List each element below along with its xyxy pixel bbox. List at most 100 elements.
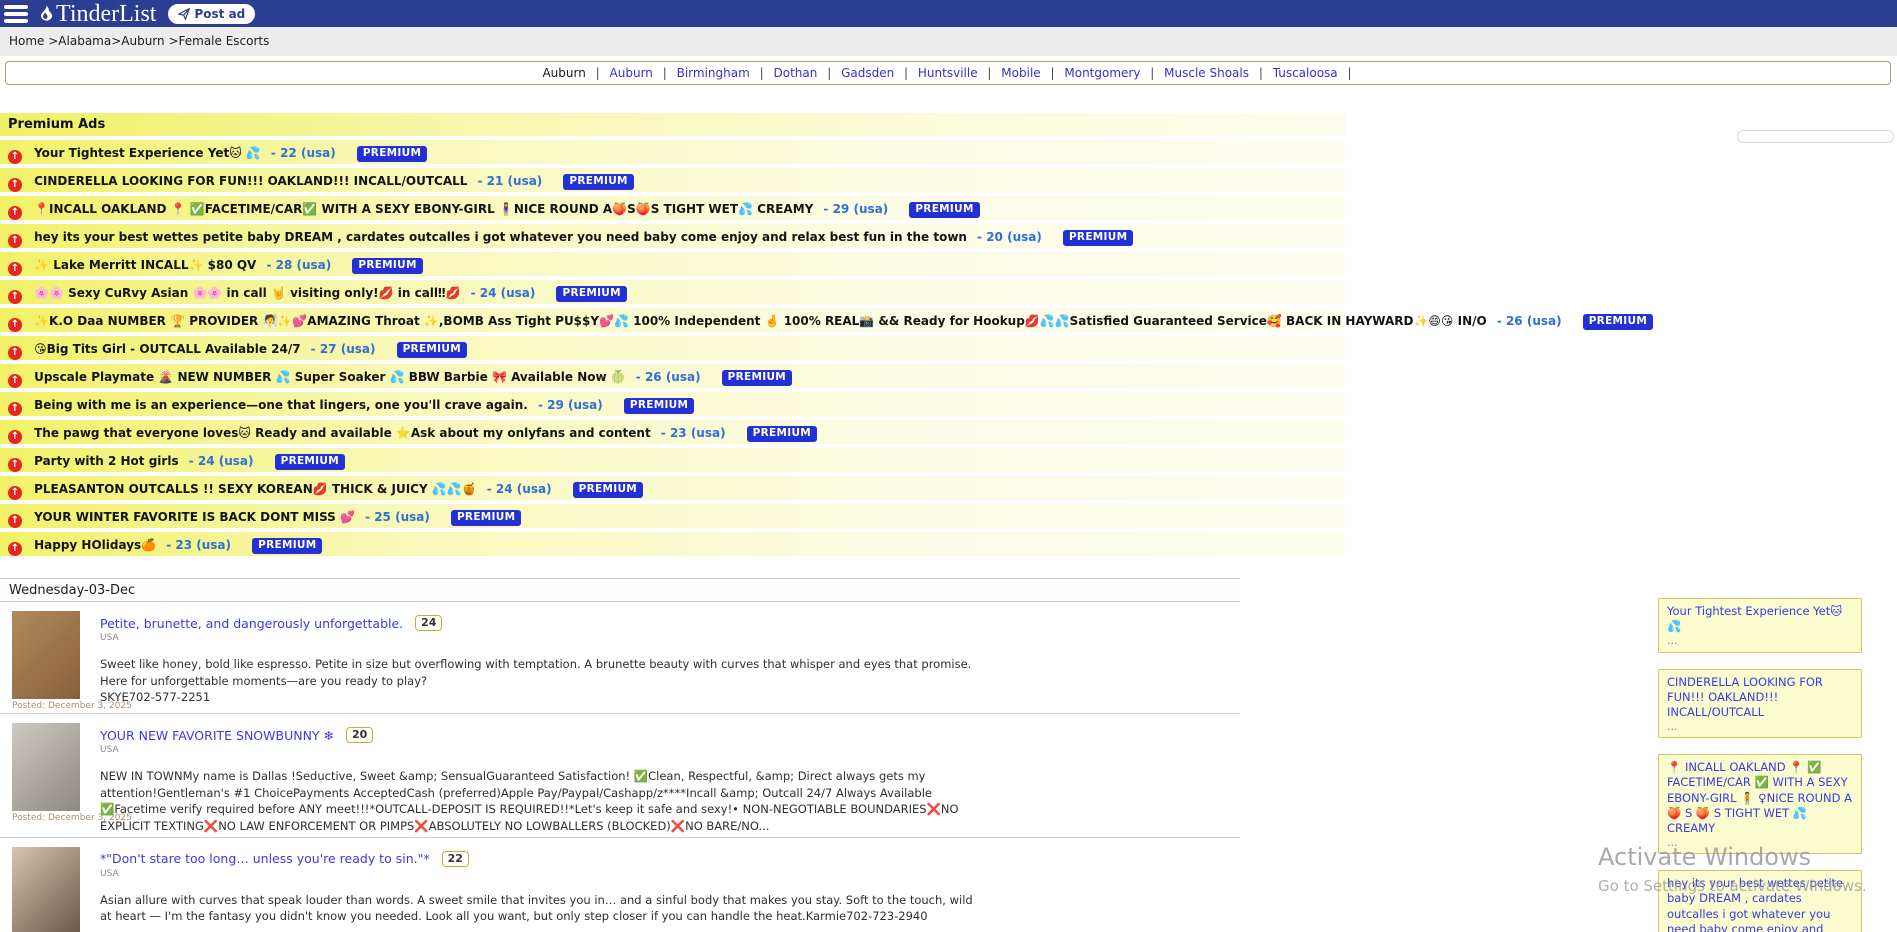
listing-title-link[interactable]: YOUR NEW FAVORITE SNOWBUNNY ❄ (100, 728, 334, 743)
listing-age-badge: 20 (346, 727, 373, 743)
site-logo[interactable]: TinderList (38, 2, 156, 26)
city-nav-item[interactable]: Gadsden | (839, 66, 916, 80)
listing-photo[interactable] (12, 847, 80, 932)
premium-ad-row[interactable]: YOUR WINTER FAVORITE IS BACK DONT MISS 💕… (0, 504, 1345, 528)
listing-country: USA (100, 869, 980, 879)
up-arrow-icon (8, 290, 22, 304)
city-nav-item[interactable]: Huntsville | (916, 66, 999, 80)
premium-badge: PREMIUM (747, 426, 817, 442)
menu-icon[interactable] (4, 5, 28, 23)
premium-badge: PREMIUM (275, 454, 345, 470)
premium-ad-title[interactable]: 😘Big Tits Girl - OUTCALL Available 24/7 (34, 342, 300, 356)
premium-ad-age: - 28 (usa) (266, 258, 331, 272)
premium-ad-row[interactable]: hey its your best wettes petite baby DRE… (0, 224, 1345, 248)
city-link[interactable]: Huntsville (916, 66, 980, 80)
premium-ad-title[interactable]: 🌸🌸 Sexy CuRvy Asian 🌸🌸 in call 🤘 visitin… (34, 286, 460, 300)
sidebar-ad-title[interactable]: 📍 INCALL OAKLAND 📍 ✅ FACETIME/CAR ✅ WITH… (1667, 760, 1853, 836)
city-link[interactable]: Muscle Shoals (1162, 66, 1251, 80)
premium-ad-title[interactable]: YOUR WINTER FAVORITE IS BACK DONT MISS 💕 (34, 510, 355, 524)
sidebar-ad-box[interactable]: Your Tightest Experience Yet🐱 💦 ... (1658, 598, 1862, 653)
post-ad-button[interactable]: Post ad (168, 4, 255, 24)
premium-ad-title[interactable]: PLEASANTON OUTCALLS !! SEXY KOREAN💋 THIC… (34, 482, 477, 496)
listing-photo-column: Posted: December 3, 2025 (0, 847, 96, 932)
sidebar-ad-box[interactable]: 📍 INCALL OAKLAND 📍 ✅ FACETIME/CAR ✅ WITH… (1658, 754, 1862, 854)
city-nav-item[interactable]: Auburn | (608, 66, 675, 80)
premium-ad-title[interactable]: Your Tightest Experience Yet🐱 💦 (34, 146, 261, 160)
listing-photo[interactable] (12, 723, 80, 811)
city-link[interactable]: Auburn (608, 66, 655, 80)
premium-ad-title[interactable]: CINDERELLA LOOKING FOR FUN!!! OAKLAND!!!… (34, 174, 467, 188)
sidebar-ad-title[interactable]: hey its your best wettes petite baby DRE… (1667, 876, 1853, 932)
premium-ad-title[interactable]: ✨ Lake Merritt INCALL✨ $80 QV (34, 258, 256, 272)
city-nav-item[interactable]: Tuscaloosa | (1271, 66, 1356, 80)
premium-ad-row[interactable]: Being with me is an experience—one that … (0, 392, 1345, 416)
listing-country: USA (100, 633, 980, 643)
premium-ad-title[interactable]: ✨K.O Daa NUMBER 🏆 PROVIDER 🧖✨💕AMAZING Th… (34, 314, 1487, 328)
premium-ad-age: - 29 (usa) (823, 202, 888, 216)
premium-ad-row[interactable]: 📍INCALL OAKLAND 📍 ✅FACETIME/CAR✅ WITH A … (0, 196, 1345, 220)
listing-posted-date: Posted: December 3, 2025 (12, 813, 96, 823)
listing-title-link[interactable]: *"Don't stare too long… unless you're re… (100, 851, 430, 866)
city-link[interactable]: Mobile (999, 66, 1042, 80)
top-right-empty-placeholder (1737, 130, 1894, 143)
city-nav-item[interactable]: Auburn | (540, 66, 607, 80)
up-arrow-icon (8, 514, 22, 528)
up-arrow-icon (8, 206, 22, 220)
listing-photo-column: Posted: December 3, 2025 (0, 611, 96, 711)
premium-ad-row[interactable]: 🌸🌸 Sexy CuRvy Asian 🌸🌸 in call 🤘 visitin… (0, 280, 1345, 304)
city-nav-item[interactable]: Dothan | (772, 66, 840, 80)
up-arrow-icon (8, 458, 22, 472)
sidebar-ad-title[interactable]: CINDERELLA LOOKING FOR FUN!!! OAKLAND!!!… (1667, 675, 1853, 721)
city-link[interactable]: Dothan (772, 66, 820, 80)
premium-ad-title[interactable]: Party with 2 Hot girls (34, 454, 179, 468)
city-nav-item[interactable]: Mobile | (999, 66, 1062, 80)
listing-row[interactable]: Posted: December 3, 2025 *"Don't stare t… (0, 838, 1240, 932)
listing-body: Petite, brunette, and dangerously unforg… (100, 611, 980, 711)
city-separator: | (1255, 66, 1267, 80)
premium-ad-row[interactable]: 😘Big Tits Girl - OUTCALL Available 24/7 … (0, 336, 1345, 360)
premium-badge: PREMIUM (397, 342, 467, 358)
premium-ad-row[interactable]: Your Tightest Experience Yet🐱 💦 - 22 (us… (0, 140, 1345, 164)
listing-title-link[interactable]: Petite, brunette, and dangerously unforg… (100, 616, 403, 631)
city-nav-item[interactable]: Muscle Shoals | (1162, 66, 1271, 80)
premium-ad-row[interactable]: CINDERELLA LOOKING FOR FUN!!! OAKLAND!!!… (0, 168, 1345, 192)
premium-ad-title[interactable]: Happy HOlidays🍊 (34, 538, 156, 552)
premium-ad-title[interactable]: The pawg that everyone loves🐱 Ready and … (34, 426, 651, 440)
premium-ad-title[interactable]: 📍INCALL OAKLAND 📍 ✅FACETIME/CAR✅ WITH A … (34, 202, 813, 216)
premium-ad-row[interactable]: Happy HOlidays🍊 - 23 (usa) PREMIUM (0, 532, 1345, 556)
premium-ad-age: - 24 (usa) (189, 454, 254, 468)
premium-badge: PREMIUM (624, 398, 694, 414)
sidebar-ad-box[interactable]: CINDERELLA LOOKING FOR FUN!!! OAKLAND!!!… (1658, 669, 1862, 739)
city-link[interactable]: Gadsden (839, 66, 896, 80)
premium-ad-title[interactable]: Upscale Playmate 🌋 NEW NUMBER 💦 Super So… (34, 370, 626, 384)
up-arrow-icon (8, 542, 22, 556)
premium-ad-row[interactable]: ✨K.O Daa NUMBER 🏆 PROVIDER 🧖✨💕AMAZING Th… (0, 308, 1345, 332)
sidebar-ad-title[interactable]: Your Tightest Experience Yet🐱 💦 (1667, 604, 1853, 634)
premium-ad-row[interactable]: Upscale Playmate 🌋 NEW NUMBER 💦 Super So… (0, 364, 1345, 388)
related-premium-sidebar: Your Tightest Experience Yet🐱 💦 ... CIND… (1658, 598, 1862, 932)
premium-badge: PREMIUM (722, 370, 792, 386)
listing-title-row: *"Don't stare too long… unless you're re… (100, 851, 980, 867)
city-link[interactable]: Auburn (540, 66, 587, 80)
flame-icon (38, 4, 55, 24)
premium-ad-title[interactable]: Being with me is an experience—one that … (34, 398, 528, 412)
listing-row[interactable]: Posted: December 3, 2025 Petite, brunett… (0, 602, 1240, 714)
premium-ad-row[interactable]: The pawg that everyone loves🐱 Ready and … (0, 420, 1345, 444)
city-link[interactable]: Tuscaloosa (1271, 66, 1340, 80)
premium-ad-row[interactable]: PLEASANTON OUTCALLS !! SEXY KOREAN💋 THIC… (0, 476, 1345, 500)
city-nav-item[interactable]: Birmingham | (675, 66, 772, 80)
listing-photo[interactable] (12, 611, 80, 699)
premium-ads-section: Premium Ads Your Tightest Experience Yet… (0, 113, 1345, 556)
city-link[interactable]: Montgomery (1062, 66, 1142, 80)
city-separator: | (1146, 66, 1158, 80)
premium-ad-row[interactable]: Party with 2 Hot girls - 24 (usa) PREMIU… (0, 448, 1345, 472)
premium-ad-row[interactable]: ✨ Lake Merritt INCALL✨ $80 QV - 28 (usa)… (0, 252, 1345, 276)
breadcrumb-bar: Home >Alabama>Auburn >Female Escorts (0, 27, 1897, 56)
listing-row[interactable]: Posted: December 3, 2025 YOUR NEW FAVORI… (0, 714, 1240, 838)
city-nav-item[interactable]: Montgomery | (1062, 66, 1162, 80)
city-link[interactable]: Birmingham (675, 66, 752, 80)
sidebar-ad-box[interactable]: hey its your best wettes petite baby DRE… (1658, 870, 1862, 932)
listing-age-badge: 22 (442, 851, 469, 867)
breadcrumb[interactable]: Home >Alabama>Auburn >Female Escorts (9, 34, 269, 48)
premium-ad-title[interactable]: hey its your best wettes petite baby DRE… (34, 230, 967, 244)
